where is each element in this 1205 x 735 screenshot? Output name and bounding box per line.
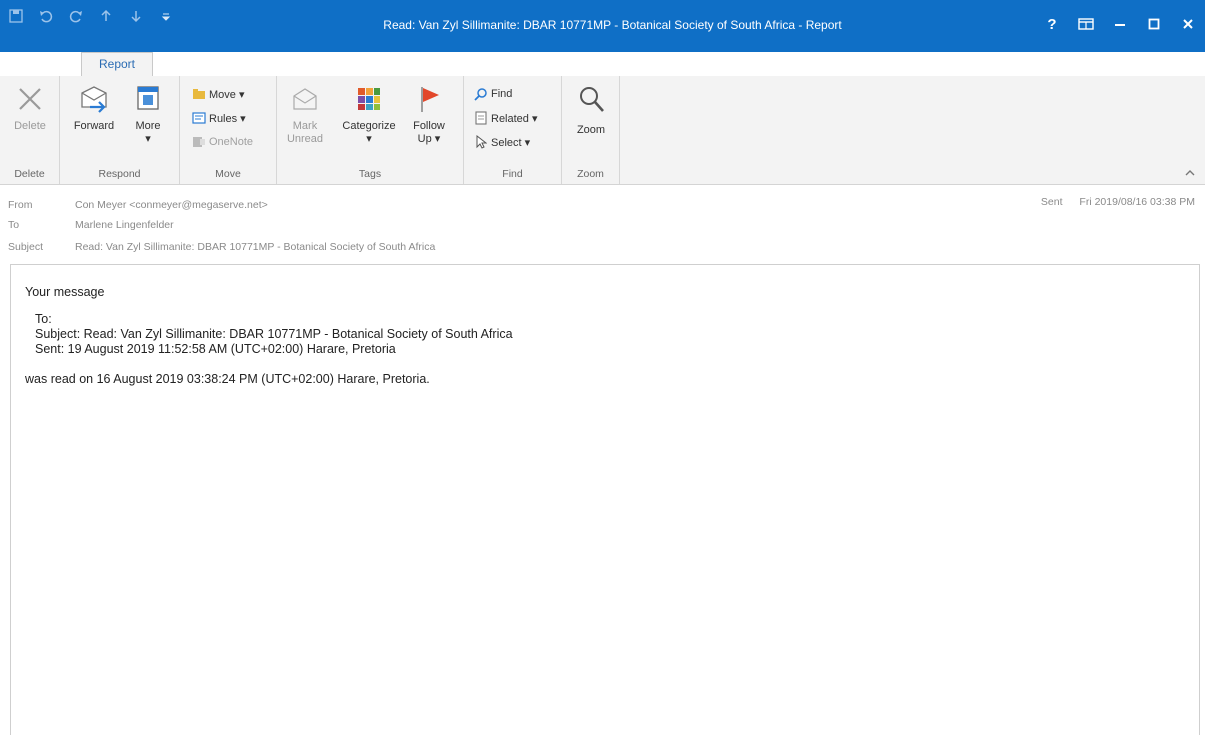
zoom-button[interactable]: Zoom bbox=[570, 82, 612, 137]
message-read-line: was read on 16 August 2019 03:38:24 PM (… bbox=[25, 372, 430, 386]
find-search-icon bbox=[474, 87, 488, 101]
ribbon-group-find: Find Related ▾ Select ▾ Find bbox=[464, 76, 562, 184]
group-label-zoom: Zoom bbox=[577, 168, 604, 180]
related-icon bbox=[474, 111, 488, 125]
message-content: Your message To: Subject: Read: Van Zyl … bbox=[25, 285, 513, 387]
message-sent-line: Sent: 19 August 2019 11:52:58 AM (UTC+02… bbox=[35, 342, 396, 356]
subject-value: Read: Van Zyl Sillimanite: DBAR 10771MP … bbox=[75, 241, 436, 253]
ribbon-group-respond: Forward More ▾ Respond bbox=[60, 76, 180, 184]
subject-label: Subject bbox=[8, 241, 44, 253]
categorize-button[interactable]: Categorize ▾ bbox=[337, 82, 401, 146]
select-button[interactable]: Select ▾ bbox=[474, 132, 530, 152]
related-button[interactable]: Related ▾ bbox=[474, 108, 538, 128]
outlook-report-window: Read: Van Zyl Sillimanite: DBAR 10771MP … bbox=[0, 0, 1205, 735]
onenote-icon bbox=[192, 135, 206, 149]
from-value[interactable]: Con Meyer <conmeyer@megaserve.net> bbox=[75, 199, 268, 211]
group-label-delete: Delete bbox=[14, 168, 45, 180]
find-button[interactable]: Find bbox=[474, 84, 512, 104]
ribbon-group-delete: Delete Delete bbox=[0, 76, 60, 184]
select-label: Select ▾ bbox=[491, 136, 531, 149]
follow-up-label: Follow Up ▾ bbox=[413, 120, 445, 145]
forward-button[interactable]: Forward bbox=[72, 82, 116, 133]
message-heading: Your message bbox=[25, 285, 105, 299]
categorize-label: Categorize bbox=[342, 120, 396, 132]
ribbon-group-zoom: Zoom Zoom bbox=[562, 76, 620, 184]
message-to-line: To: bbox=[35, 312, 52, 326]
forward-icon bbox=[77, 82, 111, 116]
delete-x-icon bbox=[13, 82, 47, 116]
mark-unread-icon bbox=[288, 82, 322, 116]
find-label: Find bbox=[491, 88, 513, 100]
maximize-button[interactable] bbox=[1137, 12, 1171, 36]
ribbon-display-options-button[interactable] bbox=[1069, 12, 1103, 36]
mark-unread-button[interactable]: Mark Unread bbox=[285, 82, 325, 146]
rules-button[interactable]: Rules ▾ bbox=[192, 108, 246, 128]
to-label: To bbox=[8, 219, 20, 231]
follow-up-button[interactable]: Follow Up ▾ bbox=[407, 82, 451, 146]
related-label: Related ▾ bbox=[491, 112, 538, 125]
rules-label: Rules ▾ bbox=[209, 112, 246, 125]
message-header: From Con Meyer <conmeyer@megaserve.net> … bbox=[0, 186, 1205, 260]
forward-label: Forward bbox=[73, 120, 115, 132]
rules-icon bbox=[192, 111, 206, 125]
collapse-ribbon-icon[interactable] bbox=[1185, 169, 1195, 180]
sent-label: Sent bbox=[1040, 196, 1063, 208]
to-value[interactable]: Marlene Lingenfelder bbox=[75, 219, 174, 231]
from-label: From bbox=[8, 199, 33, 211]
help-button[interactable]: ? bbox=[1035, 12, 1069, 36]
title-bar: Read: Van Zyl Sillimanite: DBAR 10771MP … bbox=[0, 0, 1205, 52]
onenote-label: OneNote bbox=[209, 136, 254, 148]
group-label-tags: Tags bbox=[358, 168, 382, 180]
more-dropdown-arrow: ▾ bbox=[145, 133, 151, 145]
message-body[interactable]: Your message To: Subject: Read: Van Zyl … bbox=[10, 264, 1200, 735]
categorize-icon bbox=[352, 82, 386, 116]
window-controls: ? bbox=[1035, 12, 1205, 36]
delete-label: Delete bbox=[14, 120, 46, 132]
more-respond-icon bbox=[131, 82, 165, 116]
group-label-move: Move bbox=[215, 168, 241, 180]
move-button[interactable]: Move ▾ bbox=[192, 84, 244, 104]
onenote-button[interactable]: OneNote bbox=[192, 132, 253, 152]
ribbon-tabs: File Report bbox=[0, 52, 1205, 76]
message-subject-line: Subject: Read: Van Zyl Sillimanite: DBAR… bbox=[35, 327, 513, 341]
move-icon bbox=[192, 87, 206, 101]
minimize-button[interactable] bbox=[1103, 12, 1137, 36]
mark-unread-label: Mark Unread bbox=[286, 120, 324, 145]
window-title: Read: Van Zyl Sillimanite: DBAR 10771MP … bbox=[383, 18, 842, 32]
close-button[interactable] bbox=[1171, 12, 1205, 36]
more-respond-button[interactable]: More ▾ bbox=[128, 82, 168, 146]
flag-icon bbox=[412, 82, 446, 116]
group-label-find: Find bbox=[502, 168, 523, 180]
sent-value: Fri 2019/08/16 03:38 PM bbox=[1079, 196, 1195, 208]
ribbon-group-move: Move ▾ Rules ▾ OneNote Move bbox=[180, 76, 277, 184]
zoom-label: Zoom bbox=[576, 124, 606, 136]
ribbon-group-tags: Mark Unread Categorize ▾ Follow Up ▾ Tag… bbox=[277, 76, 464, 184]
sent-info: Sent Fri 2019/08/16 03:38 PM bbox=[1041, 196, 1195, 208]
categorize-dropdown-arrow: ▾ bbox=[366, 133, 372, 145]
tab-report[interactable]: Report bbox=[81, 52, 153, 76]
tab-file[interactable]: File bbox=[0, 52, 44, 76]
group-label-respond: Respond bbox=[98, 168, 141, 180]
ribbon: Delete Delete Forward More ▾ Respond Mov… bbox=[0, 76, 1205, 185]
zoom-magnifier-icon bbox=[574, 82, 608, 116]
more-label: More bbox=[135, 120, 161, 132]
move-label: Move ▾ bbox=[209, 88, 245, 101]
cursor-icon bbox=[474, 135, 488, 149]
delete-button[interactable]: Delete bbox=[12, 82, 48, 133]
